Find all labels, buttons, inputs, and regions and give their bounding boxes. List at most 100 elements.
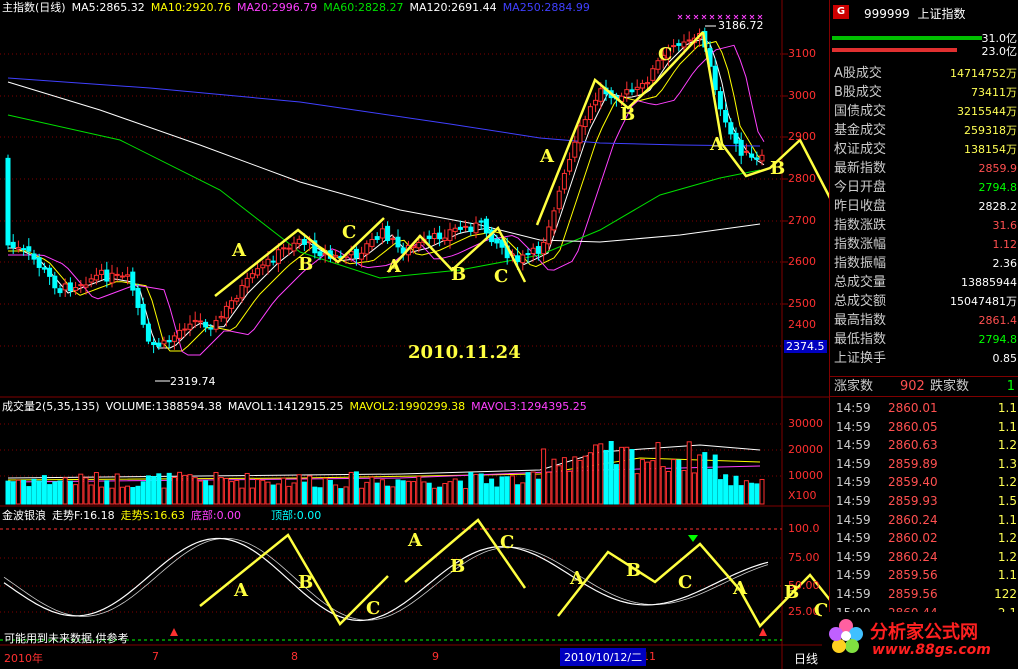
volume-bar [301, 481, 307, 505]
volume-bar [73, 484, 79, 505]
candle-body [572, 141, 578, 158]
quote-row-label: 最高指数 [834, 313, 887, 328]
candle-body [541, 241, 547, 255]
low-price-label: 2319.74 [170, 375, 216, 388]
volume-bar [203, 480, 209, 505]
volume-bar [530, 471, 536, 505]
tick-row: 14:59 2860.63 1.2 [830, 436, 1018, 454]
wave-letter: A [540, 146, 554, 167]
volume-bar [192, 477, 198, 505]
brand-url[interactable]: www.88gs.com [872, 642, 991, 658]
tick-price: 2859.56 [888, 587, 938, 601]
candle-body [36, 257, 42, 268]
down-count-label: 跌家数 [930, 379, 970, 394]
candle-body [151, 342, 157, 346]
candle-body [759, 154, 765, 162]
wave-letter: C [342, 222, 357, 243]
wave-letter: A [387, 256, 401, 277]
candle-body [104, 269, 110, 282]
volume-bar [229, 481, 235, 505]
quote-row-label: 指数涨幅 [834, 237, 887, 252]
trend-f-label: 走势F:16.18 [52, 509, 115, 522]
quote-row-label: 上证换手 [834, 351, 887, 366]
volume-bar [374, 482, 380, 505]
quote-row-label: 今日开盘 [834, 180, 887, 195]
volume-bar [499, 476, 505, 505]
tick-price: 2860.02 [888, 531, 938, 546]
volume-bar [608, 441, 614, 505]
mavol3-label: MAVOL3:1294395.25 [471, 400, 587, 413]
volume-bar [296, 474, 302, 505]
volume-bar [255, 479, 261, 505]
volume-bar [463, 488, 469, 505]
quote-row-label: 指数涨跌 [834, 218, 887, 233]
volume-bar [234, 479, 240, 505]
indicator-letter: B [450, 556, 466, 577]
volume-bar [312, 486, 318, 505]
candle-body [353, 248, 359, 259]
volume-bar [655, 442, 661, 505]
candle-body [301, 238, 307, 245]
quote-row-value: 138154万 [964, 143, 1017, 156]
candle-body [593, 99, 599, 106]
volume-bar [582, 455, 588, 505]
trend-s-label: 走势S:16.63 [120, 509, 185, 522]
tick-time: 14:59 [836, 475, 871, 490]
candle-body [743, 150, 749, 153]
chart-title: 主指数(日线) [2, 1, 66, 14]
candle-body [520, 254, 526, 264]
current-date-cursor[interactable]: 2010/10/12/二 [560, 648, 647, 666]
up-count: 902 [900, 379, 925, 394]
candle-body [473, 222, 479, 234]
period-selector[interactable]: 日线 [794, 650, 818, 667]
tick-row: 14:59 2859.89 1.3 [830, 455, 1018, 473]
price-panel-header: 主指数(日线) MA5:2865.32 MA10:2920.76 MA20:2996.… [2, 0, 596, 16]
volume-bar [546, 471, 552, 505]
tick-row: 14:59 2860.02 1.2 [830, 529, 1018, 547]
buy-amount-bar [832, 36, 982, 40]
candle-body [452, 227, 458, 233]
quote-row: 国债成交 3215544万 [830, 102, 1018, 121]
volume-bar [322, 477, 328, 505]
quote-row-value: 2859.9 [978, 162, 1018, 175]
volume-bar [619, 446, 625, 505]
volume-bar [15, 479, 21, 505]
candle-body [437, 232, 443, 240]
candle-body [379, 228, 385, 239]
volume-bar [379, 479, 385, 505]
volume-bar [743, 480, 749, 505]
quote-row: 最低指数 2794.8 [830, 330, 1018, 349]
tick-volume: 1.2 [997, 531, 1017, 546]
volume-bar [645, 461, 651, 505]
mavol2-label: MAVOL2:1990299.38 [349, 400, 466, 413]
candle-body [130, 271, 136, 291]
volume-bar [421, 481, 427, 505]
volume-bar [634, 473, 640, 505]
volume-bar [457, 480, 463, 505]
candle-body [624, 89, 630, 95]
quote-row: 指数涨跌 31.6 [830, 216, 1018, 235]
candle-body [83, 284, 89, 288]
volume-axis-30000: 30000 [788, 417, 823, 430]
volume-bar [125, 485, 131, 505]
volume-bar [119, 486, 125, 505]
quote-row-label: 总成交量 [834, 275, 887, 290]
brand-name: 分析家公式网 [870, 622, 978, 643]
indicator-letter: A [733, 578, 747, 599]
price-axis-2400: 2400 [788, 318, 816, 331]
volume-bar [650, 460, 656, 505]
quote-row-value: 259318万 [964, 124, 1017, 137]
candle-body [93, 274, 99, 281]
quote-row-label: 国债成交 [834, 104, 887, 119]
price-axis-3000: 3000 [788, 89, 816, 102]
down-count: 1 [1006, 379, 1015, 394]
candle-body [712, 65, 718, 91]
volume-bar [603, 449, 609, 505]
volume-bar [208, 485, 214, 505]
candle-body [166, 339, 172, 343]
group-badge[interactable]: G [833, 5, 849, 19]
tick-row: 14:59 2859.56 122 [830, 585, 1018, 603]
candle-body [21, 248, 27, 251]
volume-bar [161, 487, 167, 505]
time-axis-label: 9 [432, 650, 439, 663]
